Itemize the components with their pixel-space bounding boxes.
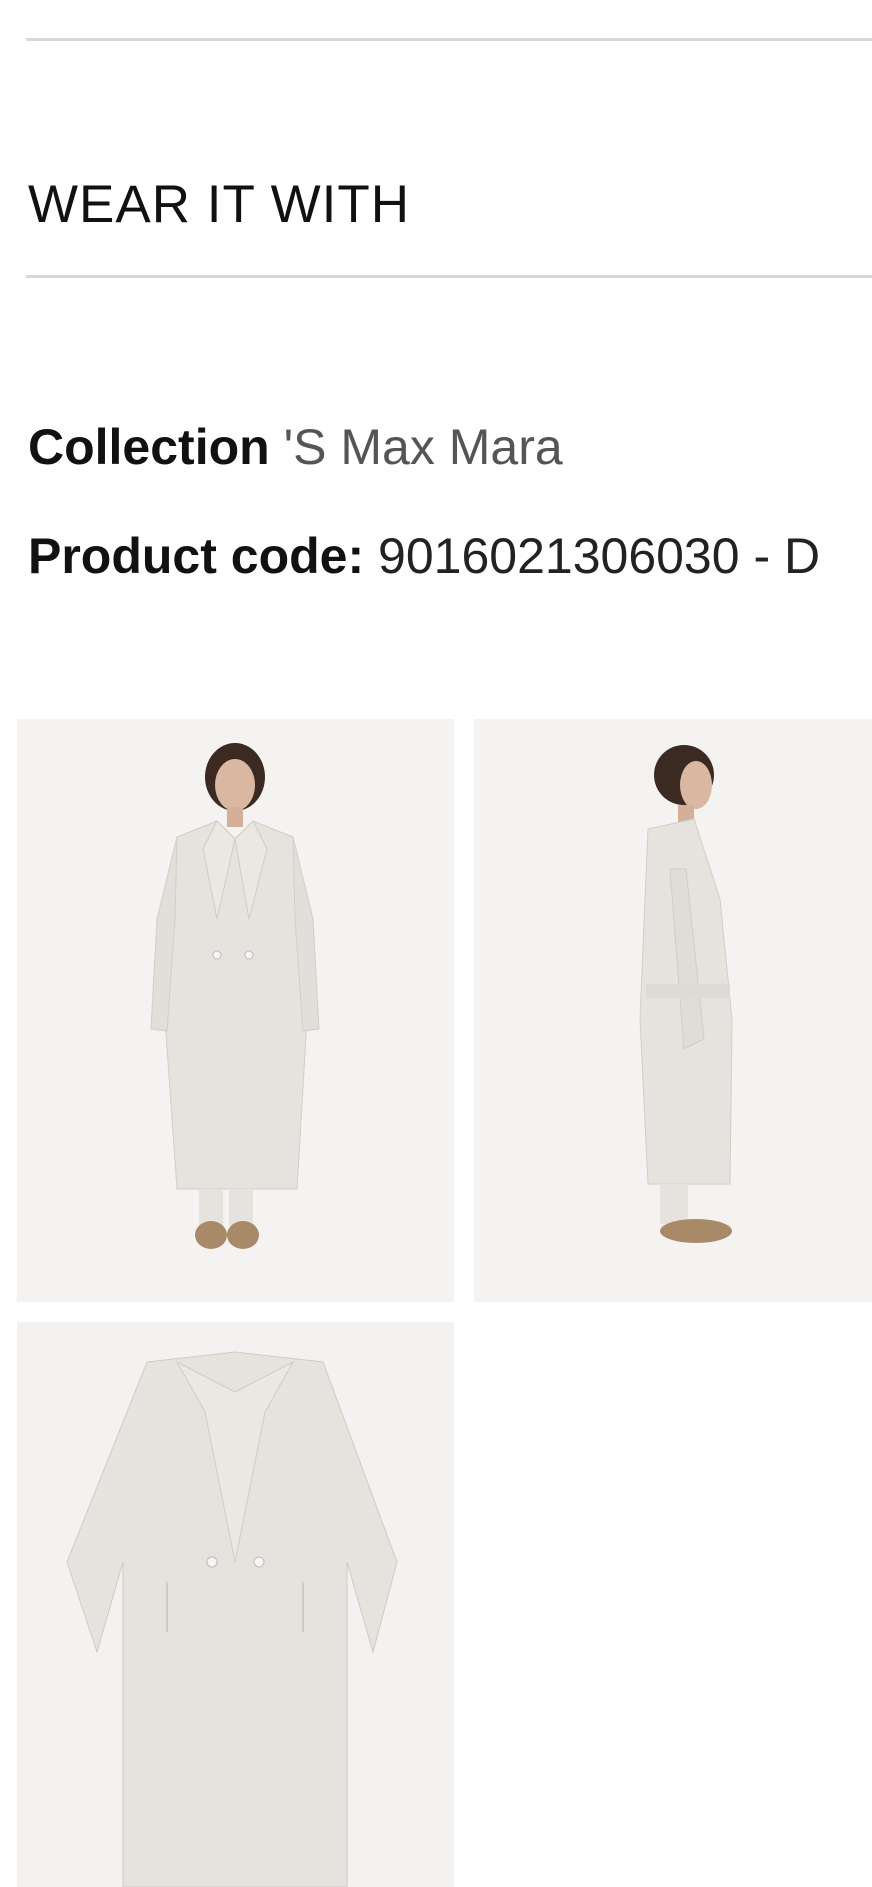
model-side-illustration xyxy=(474,719,872,1302)
model-front-photo[interactable] xyxy=(17,719,454,1302)
coat-flat-photo[interactable] xyxy=(17,1322,454,1887)
section-divider xyxy=(26,275,872,278)
top-divider xyxy=(26,38,872,41)
collection-row: Collection 'S Max Mara xyxy=(28,418,563,476)
model-front-illustration xyxy=(17,719,454,1302)
product-code-label: Product code: xyxy=(28,528,365,584)
wear-it-with-heading[interactable]: WEAR IT WITH xyxy=(28,174,410,235)
collection-value: 'S Max Mara xyxy=(283,419,563,475)
coat-flat-illustration xyxy=(17,1322,454,1887)
product-code-row: Product code: 9016021306030 - D xyxy=(28,527,820,585)
product-code-value: 9016021306030 - D xyxy=(378,528,821,584)
collection-label: Collection xyxy=(28,419,270,475)
model-side-photo[interactable] xyxy=(474,719,872,1302)
